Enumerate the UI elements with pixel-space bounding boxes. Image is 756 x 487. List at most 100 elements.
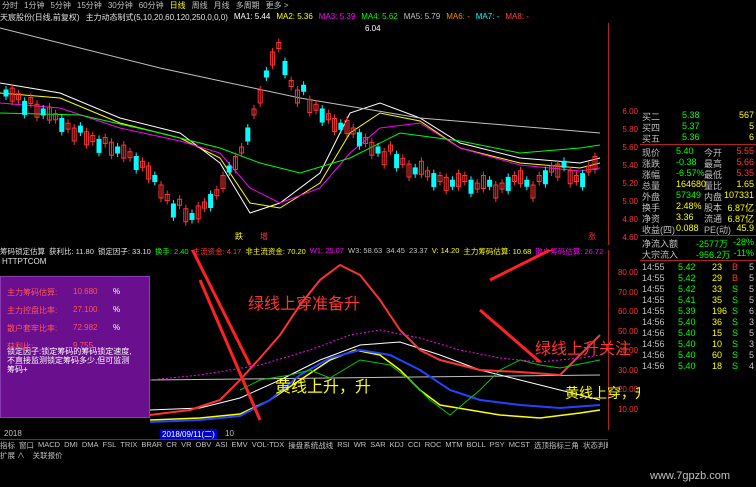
trade-time: 14:55: [642, 284, 665, 294]
trade-time: 14:56: [642, 317, 665, 327]
candle-body: [487, 179, 493, 187]
indicator-tab-18[interactable]: KDJ: [390, 440, 404, 449]
panel-row-label: 主力控盘比率:: [7, 306, 58, 315]
date-bar: 2018 2018/09/11(二) 10: [0, 429, 608, 440]
indicator-tab-7[interactable]: BRAR: [141, 440, 162, 449]
period-tab-3[interactable]: 15分钟: [77, 0, 102, 11]
sub-baseline: [149, 374, 601, 381]
period-tab-10[interactable]: 更多 >: [266, 0, 289, 11]
stat-row: 净资 3.36 流通 6.87亿: [642, 212, 754, 224]
ma4-label: MA4: 5.62: [361, 12, 398, 21]
stat-val-2: 5.35: [736, 168, 754, 178]
panel-row-pct: %: [113, 305, 121, 314]
trade-price: 5.40: [678, 328, 696, 338]
trade-count: 5: [748, 262, 754, 272]
trade-dir: B: [732, 273, 739, 283]
period-tab-0[interactable]: 分时: [2, 0, 18, 11]
candlestick-chart[interactable]: 6.04 跌 增 涨: [0, 23, 608, 245]
trade-price: 5.40: [678, 361, 696, 371]
candle-body: [96, 138, 102, 153]
indicator-tab-26[interactable]: 状态判断2: [583, 440, 608, 449]
trade-vol: 15: [712, 328, 723, 338]
price-tick: 5.20: [622, 179, 638, 188]
indicator-tab-4[interactable]: DMA: [82, 440, 99, 449]
period-tab-4[interactable]: 30分钟: [108, 0, 133, 11]
indicator-tabs: 指标 窗口 MACD DMI DMA FSL TRIX BRAR CR VR OBV ASI EMV VO…: [0, 439, 608, 449]
sub-tick: 70.00: [617, 287, 638, 297]
indicator-tab-11[interactable]: ASI: [215, 440, 227, 449]
trade-dir: S: [732, 361, 739, 371]
candle-body: [319, 108, 325, 123]
red-line: [149, 263, 601, 416]
period-tab-2[interactable]: 5分钟: [50, 0, 70, 11]
panel-row-label: 获利比:: [7, 342, 34, 351]
stat-val-2: 45.9: [736, 223, 754, 233]
low-buy-marker: 跌: [235, 231, 243, 241]
period-tab-6[interactable]: 日线: [170, 0, 186, 11]
indicator-tab-3[interactable]: DMI: [64, 440, 78, 449]
indicator-tab-20[interactable]: ROC: [425, 440, 442, 449]
trade-row: 14:56 5.40 15 S 5: [642, 328, 754, 339]
trade-count: 5: [748, 350, 754, 360]
candle-body: [3, 89, 9, 97]
indicator-tab-24[interactable]: MCST: [509, 440, 530, 449]
trade-row: 14:55 5.42 33 S 5: [642, 284, 754, 295]
price-tick: 5.00: [622, 197, 638, 206]
indicator-tab-8[interactable]: CR: [166, 440, 177, 449]
indicator-tab-21[interactable]: MTM: [445, 440, 462, 449]
indicator-tab-2[interactable]: MACD: [38, 440, 60, 449]
ext-tab-0[interactable]: 扩展 ∧: [0, 450, 25, 460]
trade-vol: 33: [712, 284, 723, 294]
indicator-tab-1[interactable]: 窗口: [19, 440, 34, 449]
indicator-tab-12[interactable]: EMV: [231, 440, 247, 449]
ma-line-1: [0, 82, 601, 214]
indicator-tab-9[interactable]: VR: [181, 440, 191, 449]
trade-price: 5.39: [678, 306, 696, 316]
trade-price: 5.42: [678, 262, 696, 272]
divider: [640, 235, 756, 236]
period-tab-9[interactable]: 多周期: [236, 0, 260, 11]
trade-count: 4: [748, 361, 754, 371]
trade-price: 5.41: [678, 295, 696, 305]
annotation-green-rise-watch: 绿线上升关注: [535, 339, 632, 358]
period-tab-5[interactable]: 60分钟: [139, 0, 164, 11]
trade-dir: S: [732, 328, 739, 338]
bid-price: 5.38: [682, 110, 700, 120]
indicator-tab-10[interactable]: OBV: [195, 440, 211, 449]
period-tab-1[interactable]: 1分钟: [24, 0, 44, 11]
indicator-tab-13[interactable]: VOL-TDX: [252, 440, 285, 449]
candle-body: [170, 203, 176, 218]
indicator-tab-16[interactable]: WR: [354, 440, 367, 449]
right-marker: 涨: [588, 231, 596, 241]
candle-body: [580, 173, 586, 188]
indicator-tab-6[interactable]: TRIX: [120, 440, 137, 449]
candle-body: [115, 146, 121, 154]
trade-count: 3: [748, 339, 754, 349]
indicator-tab-15[interactable]: RSI: [337, 440, 350, 449]
indicator-tab-23[interactable]: PSY: [490, 440, 505, 449]
candle-body: [542, 170, 548, 185]
bid-row: 买二 5.38 567: [642, 110, 754, 122]
indicator-tab-14[interactable]: 操盘系统战线: [288, 440, 333, 449]
indicator-tab-0[interactable]: 指标: [0, 440, 15, 449]
flow-row: 大宗流入 -956.2万 -11%: [642, 248, 754, 260]
indicator-tab-5[interactable]: FSL: [103, 440, 117, 449]
trade-count: 5: [748, 295, 754, 305]
indicator-tab-22[interactable]: BOLL: [466, 440, 485, 449]
yellow-line: [149, 349, 601, 421]
panel-row-value: 10.680: [73, 287, 98, 296]
bid-row: 买五 5.36 6: [642, 132, 754, 144]
period-tab-8[interactable]: 月线: [214, 0, 230, 11]
candle-body: [375, 146, 381, 154]
candle-body: [468, 179, 474, 194]
period-tab-7[interactable]: 周线: [192, 0, 208, 11]
stat-row: 涨幅 -6.57% 最低 5.35: [642, 168, 754, 180]
annotation-green-cross: 绿线上穿准备升: [248, 294, 361, 313]
indicator-tab-19[interactable]: CCI: [408, 440, 421, 449]
trade-vol: 196: [712, 306, 728, 316]
indicator-tab-25[interactable]: 选顶指标三角: [534, 440, 579, 449]
period-toolbar: 分时 1分钟 5分钟 15分钟 30分钟 60分钟 日线 周线 月线 多周期 更多 >: [0, 0, 756, 11]
trade-time: 14:56: [642, 350, 665, 360]
indicator-tab-17[interactable]: SAR: [370, 440, 385, 449]
ext-tab-1[interactable]: 关联报价: [33, 450, 63, 460]
